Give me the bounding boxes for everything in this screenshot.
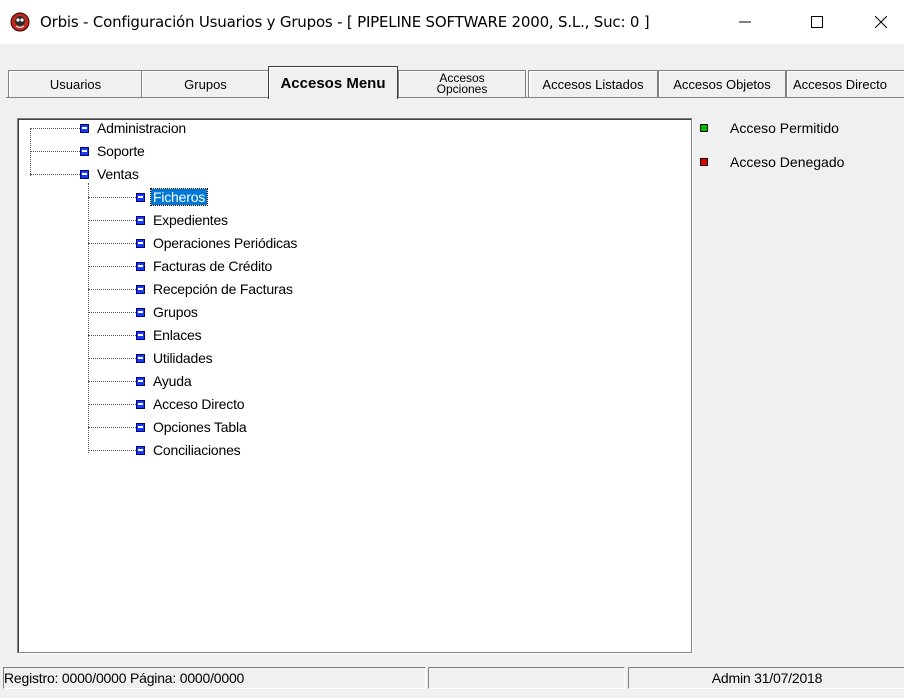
tree-branch bbox=[30, 151, 80, 152]
tree-item-label: Ficheros bbox=[149, 188, 209, 206]
menu-node-icon bbox=[136, 399, 145, 409]
status-bar: Registro: 0000/0000 Página: 0000/0000 Ad… bbox=[0, 662, 904, 698]
tree-branch bbox=[88, 427, 136, 428]
tree-item-label: Utilidades bbox=[153, 350, 213, 366]
window-title: Orbis - Configuración Usuarios y Grupos … bbox=[40, 13, 650, 31]
legend-allowed: Acceso Permitido bbox=[700, 119, 839, 137]
menu-node-icon bbox=[136, 376, 145, 386]
tree-item-soporte[interactable]: Soporte bbox=[80, 142, 147, 160]
tab-accesos-listados-label: Accesos Listados bbox=[542, 76, 644, 92]
tree-item-facturas-credito[interactable]: Facturas de Crédito bbox=[136, 257, 274, 275]
legend-denied: Acceso Denegado bbox=[700, 153, 844, 171]
tree-item-enlaces[interactable]: Enlaces bbox=[136, 326, 203, 344]
tree-item-label: Soporte bbox=[97, 143, 145, 159]
tree-item-label: Grupos bbox=[153, 304, 198, 320]
tree-connector-ventas bbox=[88, 183, 89, 453]
tree-item-operaciones-periodicas[interactable]: Operaciones Periódicas bbox=[136, 234, 299, 252]
tree-branch bbox=[88, 243, 136, 244]
menu-node-icon bbox=[80, 146, 89, 156]
tree-item-conciliaciones[interactable]: Conciliaciones bbox=[136, 441, 242, 459]
tree-branch bbox=[88, 358, 136, 359]
legend-allowed-label: Acceso Permitido bbox=[730, 120, 839, 136]
legend-denied-label: Acceso Denegado bbox=[730, 154, 845, 170]
tree-branch bbox=[88, 312, 136, 313]
tab-accesos-directo[interactable]: Accesos Directo bbox=[786, 70, 904, 97]
minimize-icon bbox=[739, 21, 751, 23]
tree-item-administracion[interactable]: Administracion bbox=[80, 119, 188, 137]
tree-item-label: Operaciones Periódicas bbox=[153, 235, 298, 251]
tree-branch bbox=[88, 450, 136, 451]
menu-node-icon bbox=[136, 307, 145, 317]
tree-item-recepcion-facturas[interactable]: Recepción de Facturas bbox=[136, 280, 295, 298]
menu-node-icon bbox=[80, 169, 89, 179]
tab-accesos-opciones[interactable]: Accesos Opciones bbox=[398, 70, 526, 97]
menu-node-icon bbox=[136, 215, 145, 225]
orbis-app-icon bbox=[10, 12, 30, 32]
close-button[interactable] bbox=[858, 0, 904, 44]
tree-item-label: Recepción de Facturas bbox=[153, 281, 293, 297]
tree-item-label: Administracion bbox=[97, 120, 187, 136]
tab-accesos-menu-label: Accesos Menu bbox=[280, 74, 386, 92]
tree-item-utilidades[interactable]: Utilidades bbox=[136, 349, 214, 367]
tab-usuarios[interactable]: Usuarios bbox=[8, 70, 143, 97]
tree-branch bbox=[88, 404, 136, 405]
tree-item-label: Expedientes bbox=[153, 212, 228, 228]
tree-item-acceso-directo[interactable]: Acceso Directo bbox=[136, 395, 246, 413]
tree-item-expedientes[interactable]: Expedientes bbox=[136, 211, 230, 229]
tree-item-label: Enlaces bbox=[153, 327, 202, 343]
tree-branch bbox=[88, 220, 136, 221]
menu-node-icon bbox=[136, 284, 145, 294]
tree-item-label: Facturas de Crédito bbox=[153, 258, 273, 274]
tree-item-ficheros[interactable]: Ficheros bbox=[136, 188, 209, 206]
menu-node-icon bbox=[136, 422, 145, 432]
tree-branch bbox=[30, 128, 80, 129]
tree-item-ventas[interactable]: Ventas bbox=[80, 165, 141, 183]
menu-node-icon bbox=[136, 261, 145, 271]
maximize-icon bbox=[811, 16, 823, 28]
menu-tree-view[interactable]: Administracion Soporte Ventas Ficheros E… bbox=[17, 118, 692, 653]
tree-branch bbox=[88, 381, 136, 382]
close-icon bbox=[875, 16, 887, 28]
tree-branch bbox=[88, 289, 136, 290]
denied-swatch-icon bbox=[700, 158, 708, 166]
status-user-date: Admin 31/07/2018 bbox=[628, 667, 904, 689]
minimize-button[interactable] bbox=[722, 0, 768, 44]
maximize-button[interactable] bbox=[794, 0, 840, 44]
tab-grupos-label: Grupos bbox=[184, 76, 227, 92]
tab-usuarios-label: Usuarios bbox=[49, 76, 102, 92]
status-panel-2 bbox=[428, 667, 625, 689]
menu-node-icon bbox=[136, 238, 145, 248]
tab-grupos[interactable]: Grupos bbox=[141, 70, 270, 97]
tab-strip: Usuarios Grupos Accesos Menu Accesos Opc… bbox=[0, 44, 904, 100]
menu-node-icon bbox=[136, 192, 145, 202]
status-user-date-text: Admin 31/07/2018 bbox=[711, 670, 823, 686]
tab-accesos-menu[interactable]: Accesos Menu bbox=[268, 66, 398, 99]
tab-accesos-objetos[interactable]: Accesos Objetos bbox=[658, 70, 786, 97]
tab-accesos-opciones-line2: Opciones bbox=[436, 82, 488, 96]
tree-item-label: Conciliaciones bbox=[153, 442, 241, 458]
tree-item-label: Acceso Directo bbox=[153, 396, 245, 412]
menu-node-icon bbox=[136, 330, 145, 340]
tree-connector-root bbox=[30, 128, 31, 176]
title-bar: Orbis - Configuración Usuarios y Grupos … bbox=[0, 0, 904, 44]
status-records-text: Registro: 0000/0000 Página: 0000/0000 bbox=[4, 670, 245, 686]
tab-accesos-objetos-label: Accesos Objetos bbox=[673, 76, 771, 92]
allowed-swatch-icon bbox=[700, 124, 708, 132]
tree-branch bbox=[88, 335, 136, 336]
tab-accesos-listados[interactable]: Accesos Listados bbox=[528, 70, 658, 97]
tree-item-label: Ayuda bbox=[153, 373, 192, 389]
tree-branch bbox=[88, 197, 136, 198]
menu-node-icon bbox=[80, 123, 89, 133]
menu-node-icon bbox=[136, 353, 145, 363]
tree-item-label: Opciones Tabla bbox=[153, 419, 247, 435]
tree-item-grupos[interactable]: Grupos bbox=[136, 303, 200, 321]
menu-node-icon bbox=[136, 445, 145, 455]
status-records: Registro: 0000/0000 Página: 0000/0000 bbox=[3, 667, 426, 689]
tree-item-label: Ventas bbox=[97, 166, 139, 182]
tab-accesos-directo-label: Accesos Directo bbox=[793, 76, 887, 92]
tree-branch bbox=[88, 266, 136, 267]
tree-item-opciones-tabla[interactable]: Opciones Tabla bbox=[136, 418, 248, 436]
tree-item-ayuda[interactable]: Ayuda bbox=[136, 372, 193, 390]
tree-branch bbox=[30, 174, 80, 175]
